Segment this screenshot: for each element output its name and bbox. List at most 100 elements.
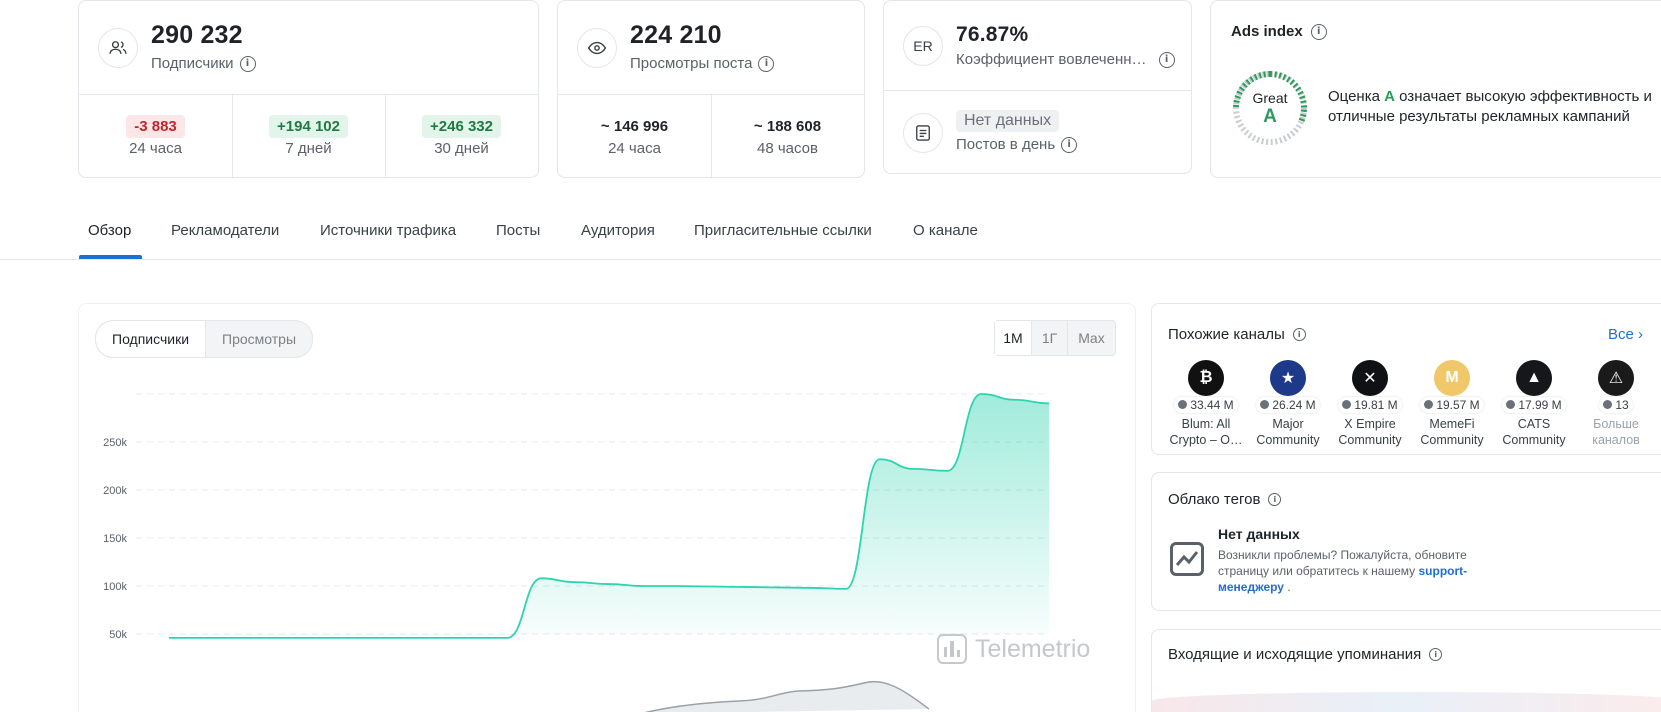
- subscribers-value: 290 232: [151, 21, 243, 49]
- telemetrio-logo-icon: [937, 634, 967, 664]
- channel-name: CATS Community: [1502, 417, 1566, 447]
- views-value: 224 210: [630, 21, 722, 49]
- views-label-text: Просмотры поста: [630, 55, 753, 72]
- channel-count: 33.44 M: [1190, 397, 1234, 412]
- mentions-title: Входящие и исходящие упоминания: [1168, 646, 1422, 663]
- mentions-title-row: Входящие и исходящие упоминания i: [1168, 646, 1443, 663]
- similar-channel-item[interactable]: ★ 26.24 M Major Community: [1247, 360, 1329, 448]
- channel-count: 19.81 M: [1354, 397, 1398, 412]
- chart-empty-icon: [1170, 542, 1204, 576]
- channel-name: Больше каналов: [1592, 417, 1640, 447]
- views-card: 224 210 Просмотры поста i ~ 146 996 24 ч…: [557, 0, 865, 178]
- views-period-value: ~ 146 996: [600, 118, 669, 135]
- channel-subscribers: 13: [1599, 396, 1633, 413]
- posts-per-day-value: Нет данных: [956, 110, 1060, 132]
- views-48h: ~ 188 608 48 часов: [711, 115, 864, 157]
- y-tick-label: 50k: [109, 629, 127, 641]
- y-tick-label: 150k: [103, 533, 127, 545]
- channel-avatar: ⚠: [1598, 360, 1634, 396]
- tab-advertisers[interactable]: Рекламодатели: [171, 222, 279, 239]
- info-icon[interactable]: i: [1268, 493, 1282, 506]
- all-link-text: Все: [1608, 326, 1634, 343]
- channel-name: X Empire Community: [1338, 417, 1402, 447]
- channel-subscribers: 19.57 M: [1420, 396, 1484, 413]
- info-icon[interactable]: i: [239, 55, 256, 72]
- channel-avatar: ★: [1270, 360, 1306, 396]
- info-icon[interactable]: i: [1429, 648, 1443, 661]
- delta-period: 30 дней: [434, 140, 489, 157]
- ads-index-description: Оценка A означает высокую эффективность …: [1328, 87, 1658, 127]
- tab-audience[interactable]: Аудитория: [581, 222, 655, 239]
- y-tick-label: 200k: [103, 485, 127, 497]
- range-selector: 1М 1Г Max: [994, 320, 1116, 356]
- similar-title-row: Похожие каналы i: [1168, 326, 1306, 343]
- y-tick-label: 250k: [103, 437, 127, 449]
- channel-count: 19.57 M: [1436, 397, 1480, 412]
- divider: [884, 90, 1191, 91]
- channel-avatar: ✕: [1352, 360, 1388, 396]
- tab-about[interactable]: О канале: [913, 222, 978, 239]
- toggle-views[interactable]: Просмотры: [206, 321, 312, 357]
- tab-posts[interactable]: Посты: [496, 222, 540, 239]
- views-label: Просмотры поста i: [630, 55, 775, 72]
- info-icon[interactable]: i: [758, 55, 775, 72]
- views-24h: ~ 146 996 24 часа: [558, 115, 711, 157]
- range-max[interactable]: Max: [1067, 321, 1115, 355]
- info-icon[interactable]: i: [1158, 51, 1175, 68]
- eye-icon: [577, 28, 617, 68]
- info-icon[interactable]: i: [1292, 328, 1306, 341]
- channel-avatar: ₿: [1188, 360, 1224, 396]
- subscribers-card: 290 232 Подписчики i -3 883 24 часа +194…: [78, 0, 539, 178]
- similar-channel-item[interactable]: M 19.57 M MemeFi Community: [1411, 360, 1493, 448]
- similar-title: Похожие каналы: [1168, 326, 1285, 343]
- similar-channel-item[interactable]: ▲ 17.99 M CATS Community: [1493, 360, 1575, 448]
- tags-title-row: Облако тегов i: [1168, 491, 1282, 508]
- tab-overview[interactable]: Обзор: [88, 222, 131, 239]
- y-tick-label: 100k: [103, 581, 127, 593]
- channel-subscribers: 26.24 M: [1256, 396, 1320, 413]
- tab-traffic-sources[interactable]: Источники трафика: [320, 222, 456, 239]
- series-area: [169, 394, 1049, 638]
- subscribers-label-text: Подписчики: [151, 55, 234, 72]
- er-label-text: Коэффициент вовлеченн…: [956, 51, 1147, 68]
- similar-channel-item[interactable]: ⚠ 13 Больше каналов: [1575, 360, 1657, 448]
- range-1m[interactable]: 1М: [995, 321, 1031, 355]
- views-preview-line: [644, 680, 930, 712]
- ads-index-card: Ads index i Great A Оценка A означает вы…: [1210, 0, 1661, 178]
- tags-cloud-card: Облако тегов i Нет данных Возникли пробл…: [1151, 472, 1661, 611]
- similar-channel-item[interactable]: ✕ 19.81 M X Empire Community: [1329, 360, 1411, 448]
- user-icon: [1342, 400, 1352, 409]
- channel-count: 26.24 M: [1272, 397, 1316, 412]
- views-period-value: ~ 188 608: [753, 118, 822, 135]
- similar-channel-item[interactable]: ₿ 33.44 M Blum: All Crypto – O…: [1165, 360, 1247, 448]
- er-label: Коэффициент вовлеченн… i: [956, 51, 1175, 68]
- channel-avatar: ▲: [1516, 360, 1552, 396]
- empty-title: Нет данных: [1218, 526, 1300, 542]
- user-icon: [1260, 400, 1270, 409]
- info-icon[interactable]: i: [1061, 136, 1078, 153]
- plus-icon: [1603, 400, 1613, 409]
- channel-subscribers: 19.81 M: [1338, 396, 1402, 413]
- delta-period: 7 дней: [285, 140, 332, 157]
- toggle-subscribers[interactable]: Подписчики: [96, 321, 207, 357]
- channel-name: Blum: All Crypto – O…: [1169, 417, 1243, 447]
- info-icon[interactable]: i: [1310, 23, 1327, 40]
- channel-subscribers: 33.44 M: [1174, 396, 1238, 413]
- posts-per-day-label: Постов в день i: [956, 136, 1078, 153]
- range-1y[interactable]: 1Г: [1031, 321, 1067, 355]
- delta-7d: +194 102 7 дней: [232, 115, 385, 157]
- posts-per-day-label-text: Постов в день: [956, 136, 1056, 153]
- delta-24h: -3 883 24 часа: [79, 115, 232, 157]
- user-icon: [1178, 400, 1188, 409]
- ads-index-title-row: Ads index i: [1231, 23, 1327, 40]
- document-icon: [903, 113, 943, 153]
- delta-period: 24 часа: [129, 140, 182, 157]
- all-channels-link[interactable]: Все ›: [1608, 326, 1643, 343]
- tab-invite-links[interactable]: Пригласительные ссылки: [694, 222, 872, 239]
- views-period-label: 24 часа: [608, 140, 661, 157]
- tail: .: [1287, 580, 1291, 594]
- ads-index-title: Ads index: [1231, 23, 1303, 40]
- tags-title: Облако тегов: [1168, 491, 1261, 508]
- chart-panel: Подписчики Просмотры 1М 1Г Max 250k 200k 1…: [78, 303, 1136, 712]
- channel-name: MemeFi Community: [1420, 417, 1484, 447]
